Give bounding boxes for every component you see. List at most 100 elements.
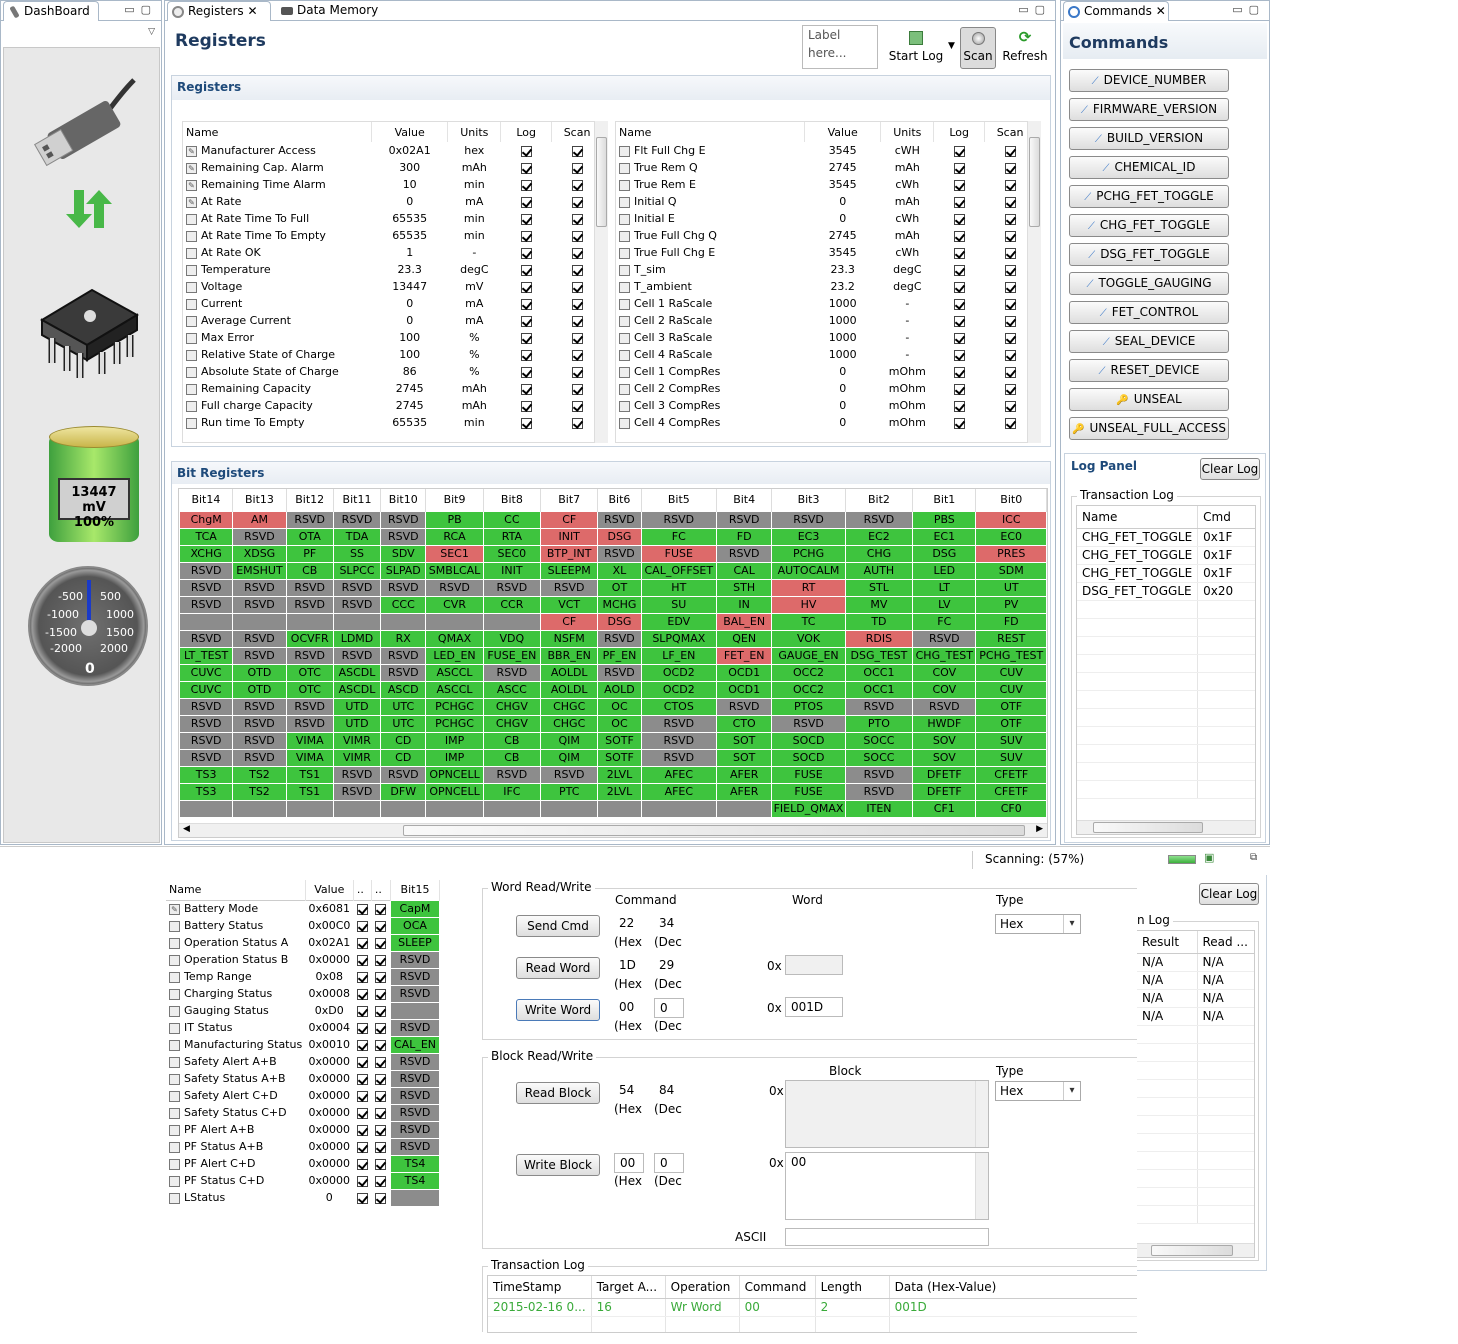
register-row[interactable]: Average Current 0 mA [183,312,601,329]
scan-checkbox[interactable] [571,179,583,191]
log-row[interactable] [1137,1043,1254,1062]
scan-checkbox[interactable] [571,349,583,361]
log-checkbox[interactable] [520,383,532,395]
read-word-hex[interactable]: 1D [614,956,644,976]
scan-checkbox[interactable] [571,264,583,276]
start-log-button[interactable]: Start Log [885,29,947,67]
log-checkbox[interactable] [953,179,965,191]
log-row[interactable] [1137,1115,1254,1134]
log-checkbox[interactable] [520,145,532,157]
lower-register-row[interactable]: Safety Status A+B 0x0000 RSVD [166,1069,440,1088]
log-checkbox[interactable] [520,400,532,412]
scan-checkbox[interactable] [375,1158,387,1170]
send-cmd-dec[interactable]: 34 [654,914,684,934]
scan-checkbox[interactable] [571,162,583,174]
col-name[interactable]: Name [183,122,373,142]
log-checkbox[interactable] [356,1175,368,1187]
scan-button[interactable]: Scan [960,27,996,69]
log-row[interactable] [1077,618,1255,637]
scan-checkbox[interactable] [1004,196,1016,208]
scan-checkbox[interactable] [571,417,583,429]
log-row[interactable]: N/A N/A [1137,989,1254,1008]
log-checkbox[interactable] [953,162,965,174]
lower-register-row[interactable]: IT Status 0x0004 RSVD [166,1018,440,1037]
command-button-seal-device[interactable]: ⟋ SEAL_DEVICE [1069,330,1229,353]
lower-register-row[interactable]: Gauging Status 0xD0 [166,1001,440,1020]
scan-checkbox[interactable] [375,903,387,915]
log-checkbox[interactable] [520,264,532,276]
scan-checkbox[interactable] [571,383,583,395]
register-row[interactable]: ✎ Remaining Cap. Alarm 300 mAh [183,159,601,176]
log-row[interactable]: N/A N/A [1137,953,1254,972]
log-checkbox[interactable] [953,332,965,344]
lower-register-row[interactable]: Temp Range 0x08 RSVD [166,967,440,986]
log-row[interactable]: CHG_FET_TOGGLE 0x1F [1077,546,1255,565]
scan-checkbox[interactable] [375,971,387,983]
log-row[interactable] [1077,744,1255,763]
log-hscroll-thumb[interactable] [1093,822,1203,833]
log-row[interactable] [1137,1205,1254,1224]
log-row[interactable] [1077,600,1255,619]
left-scroll-thumb[interactable] [596,137,607,227]
command-button-toggle-gauging[interactable]: ⟋ TOGGLE_GAUGING [1069,272,1229,295]
read-block-hex[interactable]: 54 [614,1081,644,1101]
log-checkbox[interactable] [520,315,532,327]
log-row[interactable] [1137,1169,1254,1188]
tab-commands[interactable]: Commands ✕ [1063,1,1169,21]
col-bit15[interactable]: Bit15 [390,880,440,900]
lower-register-row[interactable]: Safety Alert C+D 0x0000 RSVD [166,1086,440,1105]
bit-grid-hscroll-thumb[interactable] [403,825,1025,836]
log-row[interactable] [1137,1025,1254,1044]
col-operation[interactable]: Operation [665,1276,740,1299]
register-row[interactable]: ✎ Remaining Time Alarm 10 min [183,176,601,193]
word-type-select[interactable]: Hex [995,914,1081,934]
log-checkbox[interactable] [356,988,368,1000]
right-log-hscroll-thumb[interactable] [1151,1245,1233,1256]
command-button-build-version[interactable]: ⟋ BUILD_VERSION [1069,127,1229,150]
register-row[interactable]: At Rate Time To Full 65535 min [183,210,601,227]
log-row[interactable] [1077,654,1255,673]
register-row[interactable]: At Rate Time To Empty 65535 min [183,227,601,244]
log-checkbox[interactable] [356,1192,368,1204]
read-word-dec[interactable]: 29 [654,956,684,976]
col-value[interactable]: Value [371,122,449,142]
col-log[interactable]: Log [933,122,986,142]
register-row[interactable]: Voltage 13447 mV [183,278,601,295]
log-checkbox[interactable] [356,1158,368,1170]
log-checkbox[interactable] [520,230,532,242]
right-log-hscrollbar[interactable] [1137,1243,1254,1257]
col-units[interactable]: Units [880,122,935,142]
scan-checkbox[interactable] [571,332,583,344]
scan-checkbox[interactable] [1004,400,1016,412]
scan-checkbox[interactable] [1004,417,1016,429]
view-menu-icon[interactable]: ▽ [148,27,155,37]
register-row[interactable]: Temperature 23.3 degC [183,261,601,278]
log-checkbox[interactable] [356,1124,368,1136]
scan-checkbox[interactable] [375,1107,387,1119]
register-row[interactable]: True Full Chg E 3545 cWh [616,244,1034,261]
log-checkbox[interactable] [953,298,965,310]
log-row[interactable]: CHG_FET_TOGGLE 0x1F [1077,528,1255,547]
register-row[interactable]: T_sim 23.3 degC [616,261,1034,278]
write-word-button[interactable]: Write Word [516,999,600,1021]
log-row[interactable] [1137,1187,1254,1206]
log-checkbox[interactable] [520,417,532,429]
col-cmd[interactable]: Cmd [1197,506,1255,529]
register-row[interactable]: Current 0 mA [183,295,601,312]
log-checkbox[interactable] [520,247,532,259]
scan-checkbox[interactable] [375,1141,387,1153]
scan-checkbox[interactable] [375,1039,387,1051]
tab-registers[interactable]: Registers ✕ [167,1,271,21]
log-checkbox[interactable] [953,315,965,327]
log-row[interactable] [1077,636,1255,655]
write-block-value[interactable]: 00 [785,1152,989,1220]
log-row[interactable]: 2015-02-16 0... 16 Wr Word 00 2 001D [488,1298,1137,1317]
scan-checkbox[interactable] [375,937,387,949]
log-row[interactable] [488,1316,1137,1332]
register-row[interactable]: ✎ Manufacturer Access 0x02A1 hex [183,142,601,159]
register-row[interactable]: Full charge Capacity 2745 mAh [183,397,601,414]
read-block-scrollbar[interactable] [975,1081,988,1147]
log-checkbox[interactable] [356,920,368,932]
log-checkbox[interactable] [356,1141,368,1153]
register-row[interactable]: Cell 3 RaScale 1000 - [616,329,1034,346]
